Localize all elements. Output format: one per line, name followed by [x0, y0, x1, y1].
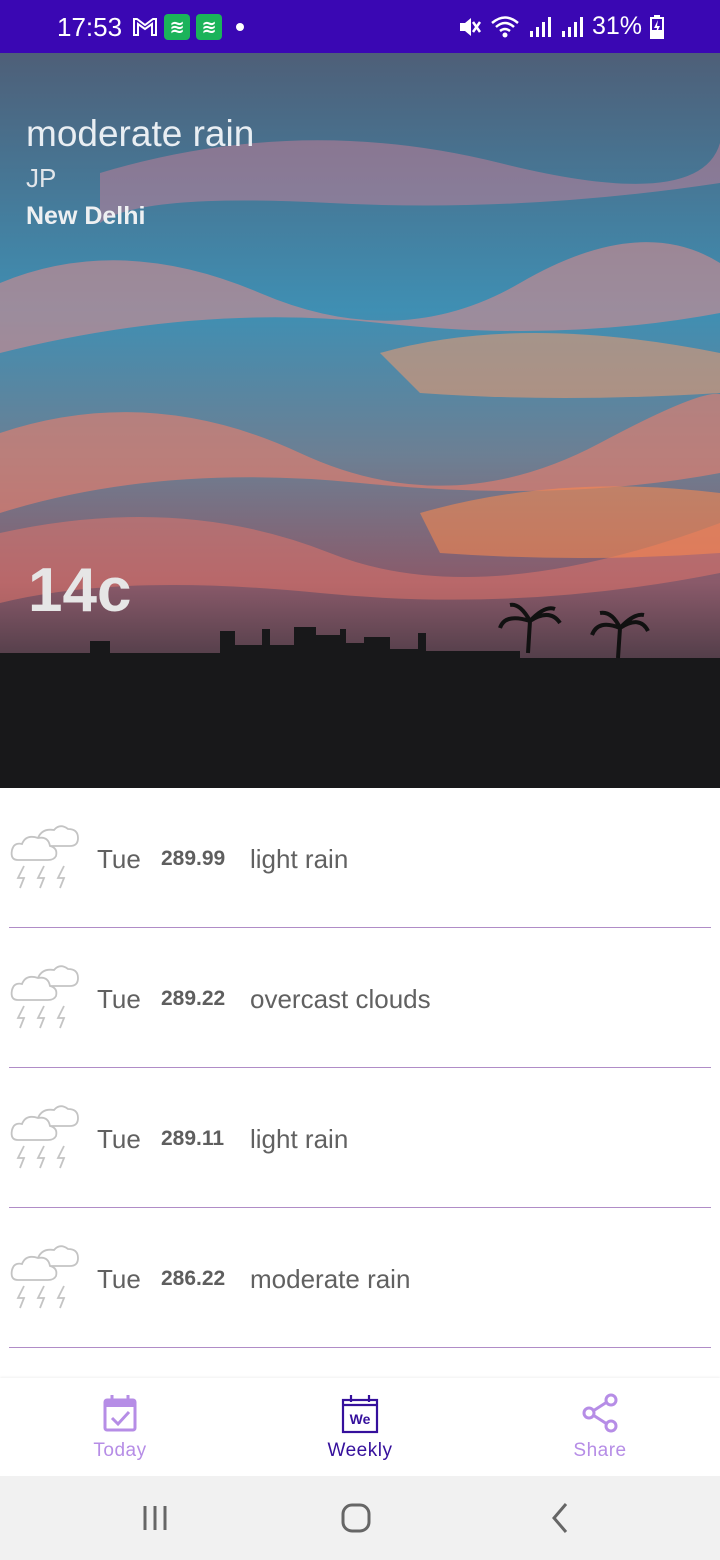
country-code: JP: [26, 163, 57, 193]
status-time: 17:53: [57, 12, 123, 42]
forecast-temp: 289.11: [161, 1127, 225, 1150]
forecast-temp: 289.22: [161, 987, 226, 1010]
app-notification-icon: ≋: [164, 14, 190, 40]
calendar-check-icon: [103, 1395, 137, 1432]
forecast-condition: light rain: [250, 1124, 349, 1154]
signal-icon: [529, 16, 551, 37]
city-name: New Delhi: [26, 202, 146, 230]
battery-charging-icon: [650, 14, 664, 39]
cloud-storm-icon: [10, 1245, 79, 1309]
wifi-icon: [491, 15, 519, 37]
row-divider: [9, 1347, 711, 1348]
forecast-temp: 286.22: [161, 1267, 226, 1290]
forecast-row[interactable]: Tue 286.22 moderate rain: [0, 1208, 720, 1348]
bottom-navigation: Today We Weekly Share: [0, 1378, 720, 1476]
nav-today-tab[interactable]: Today: [0, 1378, 240, 1476]
forecast-condition: light rain: [250, 844, 349, 874]
nav-weekly-label: Weekly: [327, 1440, 393, 1461]
cloud-storm-icon: [10, 825, 79, 889]
share-icon: [582, 1393, 618, 1433]
forecast-row[interactable]: Tue 289.99 light rain: [0, 788, 720, 928]
forecast-temp: 289.99: [161, 847, 226, 870]
back-icon[interactable]: [540, 1498, 580, 1538]
system-navigation-bar: [0, 1476, 720, 1560]
cloud-storm-icon: [10, 1105, 79, 1169]
recent-apps-icon[interactable]: [135, 1498, 175, 1538]
app-notification-icon: ≋: [196, 14, 222, 40]
forecast-day: Tue: [97, 1264, 141, 1294]
current-temperature: 14c: [28, 556, 132, 625]
forecast-condition: moderate rain: [250, 1264, 411, 1294]
calendar-week-icon-text: We: [350, 1411, 371, 1427]
weather-hero: moderate rain JP New Delhi 14c: [0, 53, 720, 788]
forecast-day: Tue: [97, 844, 141, 874]
mute-icon: [459, 17, 481, 36]
notification-dot: [236, 23, 244, 31]
calendar-week-icon: We: [341, 1395, 379, 1434]
battery-percent: 31%: [591, 12, 642, 40]
nav-share-tab[interactable]: Share: [480, 1378, 720, 1476]
forecast-day: Tue: [97, 984, 141, 1014]
cloud-storm-icon: [10, 965, 79, 1029]
sunset-background-image: [0, 53, 720, 788]
weather-description: moderate rain: [26, 113, 255, 154]
nav-today-label: Today: [93, 1440, 147, 1461]
home-icon[interactable]: [336, 1498, 376, 1538]
forecast-day: Tue: [97, 1124, 141, 1154]
forecast-list: Tue 289.99 light rain Tue 289.22 overcas…: [0, 788, 720, 1348]
nav-weekly-tab[interactable]: We Weekly: [240, 1378, 480, 1476]
gmail-icon: [133, 18, 157, 36]
forecast-condition: overcast clouds: [250, 984, 431, 1014]
forecast-row[interactable]: Tue 289.11 light rain: [0, 1068, 720, 1208]
nav-share-label: Share: [573, 1440, 627, 1461]
status-bar: 17:53 ≋ ≋ 31%: [0, 0, 720, 53]
signal-icon: [561, 16, 583, 37]
forecast-row[interactable]: Tue 289.22 overcast clouds: [0, 928, 720, 1068]
status-notification-icons: ≋ ≋: [132, 14, 244, 40]
status-right: 31%: [456, 12, 664, 41]
